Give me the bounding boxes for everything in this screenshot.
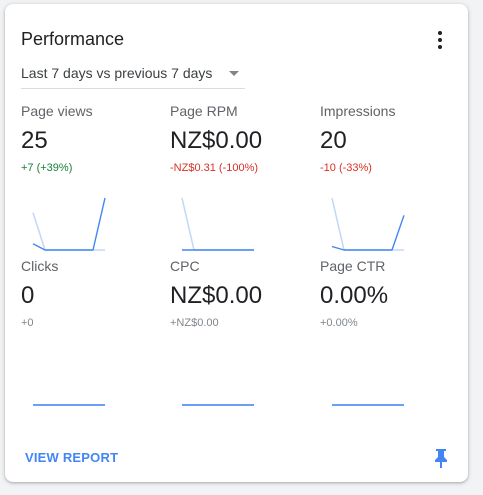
metric-delta: -NZ$0.31 (-100%) bbox=[170, 162, 259, 174]
metric-label: Page views bbox=[21, 103, 93, 119]
pin-icon[interactable] bbox=[433, 448, 449, 468]
current-period-line bbox=[32, 197, 106, 251]
metric-page-rpm[interactable]: Page RPM NZ$0.00 -NZ$0.31 (-100%) bbox=[170, 103, 310, 253]
date-range-dropdown[interactable]: Last 7 days vs previous 7 days bbox=[21, 62, 245, 89]
view-report-link[interactable]: VIEW REPORT bbox=[25, 450, 118, 466]
metric-label: Impressions bbox=[320, 103, 396, 119]
metric-delta: -10 (-33%) bbox=[320, 162, 372, 174]
metric-cpc[interactable]: CPC NZ$0.00 +NZ$0.00 bbox=[170, 258, 310, 408]
more-vert-icon[interactable] bbox=[432, 29, 448, 51]
metric-page-views[interactable]: Page views 25 +7 (+39%) bbox=[21, 103, 161, 253]
caret-down-icon bbox=[229, 71, 239, 76]
metric-value: 0.00% bbox=[320, 282, 389, 309]
metric-clicks[interactable]: Clicks 0 +0 bbox=[21, 258, 161, 408]
metric-page-ctr[interactable]: Page CTR 0.00% +0.00% bbox=[320, 258, 460, 408]
metric-delta: +NZ$0.00 bbox=[170, 317, 219, 329]
metric-delta: +7 (+39%) bbox=[21, 162, 73, 174]
sparkline bbox=[332, 404, 404, 406]
sparkline bbox=[182, 404, 254, 406]
sparkline bbox=[33, 404, 105, 406]
metric-label: CPC bbox=[170, 258, 200, 274]
metric-value: 0 bbox=[21, 282, 35, 309]
metric-value: NZ$0.00 bbox=[170, 127, 263, 154]
date-range-label: Last 7 days vs previous 7 days bbox=[21, 65, 213, 81]
previous-period-line bbox=[181, 197, 254, 251]
sparkline bbox=[32, 197, 106, 251]
metric-value: NZ$0.00 bbox=[170, 282, 263, 309]
sparkline bbox=[331, 197, 405, 251]
metric-delta: +0.00% bbox=[320, 317, 358, 329]
metric-label: Page RPM bbox=[170, 103, 238, 119]
metric-value: 20 bbox=[320, 127, 347, 154]
performance-card: Performance Last 7 days vs previous 7 da… bbox=[5, 4, 468, 482]
previous-period-line bbox=[331, 197, 404, 251]
metric-label: Clicks bbox=[21, 258, 59, 274]
metric-delta: +0 bbox=[21, 317, 34, 329]
metric-label: Page CTR bbox=[320, 258, 386, 274]
metric-value: 25 bbox=[21, 127, 48, 154]
metric-impressions[interactable]: Impressions 20 -10 (-33%) bbox=[320, 103, 460, 253]
sparkline bbox=[181, 197, 254, 251]
card-title: Performance bbox=[21, 29, 125, 49]
